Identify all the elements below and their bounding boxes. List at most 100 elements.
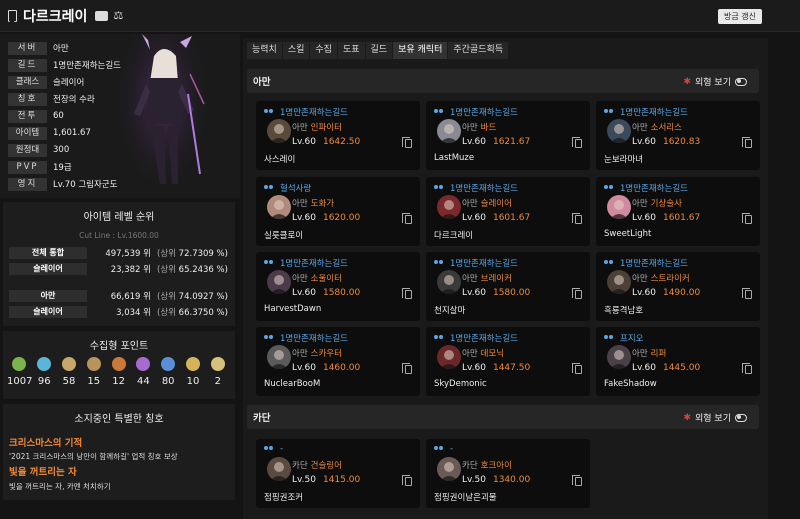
- tab-item[interactable]: 스킬: [282, 42, 310, 59]
- card-server: 카단: [292, 461, 308, 471]
- profile-value: 1명만존재하는길드: [53, 61, 121, 71]
- avatar: [267, 270, 291, 294]
- rank-pct-prefix: (상위: [157, 292, 176, 302]
- collection-count: 1007: [7, 376, 33, 387]
- tab-item[interactable]: 수집: [310, 42, 337, 59]
- character-card[interactable]: 1명만존재하는길드 아만 바드 Lv.60 1621.67 LastMuze: [426, 101, 590, 170]
- collection-list: 1007 96 58 15 12 44 80 10 2: [7, 357, 231, 387]
- profile-row-class: 클래스 슬레이어: [8, 75, 84, 89]
- rank-row: 전체 통합 497,539 위 (상위 72.7309 %): [9, 246, 231, 260]
- profile-value: 300: [53, 145, 70, 155]
- copy-icon[interactable]: [742, 137, 752, 148]
- character-card[interactable]: 프지오 아만 리퍼 Lv.60 1445.00 FakeShadow: [596, 327, 760, 396]
- collection-count: 12: [112, 376, 125, 387]
- rank-pct: 72.7309: [178, 249, 214, 259]
- collection-item[interactable]: 1007: [7, 357, 32, 387]
- profile-row-expedition: 원정대 300: [8, 143, 69, 157]
- card-item-level: 1620.00: [322, 213, 361, 223]
- copy-icon[interactable]: [402, 475, 412, 486]
- appearance-toggle[interactable]: ✱ 외형 보기: [683, 411, 747, 424]
- avatar: [607, 270, 631, 294]
- copy-icon[interactable]: [572, 363, 582, 374]
- card-character-name: 흑룡격남호: [604, 306, 644, 316]
- id-card-icon[interactable]: [95, 10, 109, 21]
- card-level: Lv.60: [462, 363, 486, 373]
- toggle-icon[interactable]: [735, 413, 747, 422]
- appearance-toggle[interactable]: ✱ 외형 보기: [683, 75, 747, 88]
- collection-item[interactable]: 10: [181, 357, 206, 387]
- profile-row-pvp: PVP 19급: [8, 160, 72, 174]
- copy-icon[interactable]: [742, 213, 752, 224]
- tab-item[interactable]: 보유 캐릭터: [393, 42, 448, 59]
- tab-item[interactable]: 도표: [337, 42, 365, 59]
- rank-label: 전체 통합: [9, 247, 87, 259]
- profile-row-item: 아이템 1,601.67: [8, 126, 91, 140]
- copy-icon[interactable]: [572, 213, 582, 224]
- collection-item[interactable]: 44: [131, 357, 156, 387]
- world-tree-leaf-icon: [185, 357, 200, 371]
- refresh-button[interactable]: 방금 갱신: [718, 9, 762, 24]
- character-card[interactable]: 1명만존재하는길드 아만 인파이터 Lv.60 1642.50 사스레이: [256, 101, 420, 170]
- character-card[interactable]: 1명만존재하는길드 아만 스트라이커 Lv.60 1490.00 흑룡격남호: [596, 252, 760, 321]
- collection-item[interactable]: 2: [205, 357, 230, 387]
- copy-icon[interactable]: [742, 288, 752, 299]
- collection-item[interactable]: 12: [106, 357, 131, 387]
- character-card[interactable]: - 카단 호크아이 Lv.50 1340.00 점핑권이날은괴물: [426, 439, 590, 508]
- card-level: Lv.60: [632, 363, 656, 373]
- guild-members-icon: [434, 445, 445, 453]
- character-card[interactable]: 혈석사랑 아만 도화가 Lv.60 1620.00 실릇클로이: [256, 177, 420, 246]
- card-server: 아만: [632, 199, 648, 209]
- rank-row: 슬레이어 3,034 위 (상위 66.3750 %): [9, 305, 231, 319]
- copy-icon[interactable]: [402, 137, 412, 148]
- character-card[interactable]: 1명만존재하는길드 아만 소서리스 Lv.60 1620.83 눈보라마녀: [596, 101, 760, 170]
- copy-icon[interactable]: [572, 288, 582, 299]
- island-heart-icon: [37, 357, 52, 371]
- card-character-name: HarvestDawn: [264, 304, 322, 314]
- collection-item[interactable]: 58: [57, 357, 82, 387]
- card-character-name: SkyDemonic: [434, 379, 487, 389]
- avatar: [607, 119, 631, 143]
- toggle-icon[interactable]: [735, 77, 747, 86]
- copy-icon[interactable]: [402, 363, 412, 374]
- card-item-level: 1460.00: [322, 363, 361, 373]
- copy-icon[interactable]: [402, 288, 412, 299]
- copy-icon[interactable]: [742, 363, 752, 374]
- tab-item[interactable]: 길드: [365, 42, 393, 59]
- collection-item[interactable]: 80: [156, 357, 181, 387]
- guild-members-icon: [604, 259, 615, 267]
- collection-item[interactable]: 15: [81, 357, 106, 387]
- character-card[interactable]: - 카단 건슬링어 Lv.50 1415.00 점핑권조커: [256, 439, 420, 508]
- card-server: 아만: [632, 349, 648, 359]
- character-card[interactable]: 1명만존재하는길드 아만 슬레이어 Lv.60 1601.67 다르크레이: [426, 177, 590, 246]
- card-level: Lv.60: [632, 213, 656, 223]
- character-portrait: [120, 34, 205, 198]
- tab-item[interactable]: 능력치: [247, 42, 282, 59]
- card-server: 아만: [632, 123, 648, 133]
- card-item-level: 1620.83: [662, 137, 701, 147]
- copy-icon[interactable]: [402, 213, 412, 224]
- avatar: [267, 195, 291, 219]
- character-card[interactable]: 1명만존재하는길드 아만 브레이커 Lv.60 1580.00 천지살마: [426, 252, 590, 321]
- character-card[interactable]: 1명만존재하는길드 아만 기상술사 Lv.60 1601.67 SweetLight: [596, 177, 760, 246]
- server-section-header: 아만 ✱ 외형 보기: [247, 69, 759, 93]
- collection-count: 58: [62, 376, 76, 387]
- guild-members-icon: [434, 108, 445, 116]
- collection-item[interactable]: 96: [32, 357, 57, 387]
- avatar: [437, 270, 461, 294]
- character-card[interactable]: 1명만존재하는길드 아만 데모닉 Lv.60 1447.50 SkyDemonic: [426, 327, 590, 396]
- card-server: 아만: [292, 199, 308, 209]
- copy-icon[interactable]: [572, 137, 582, 148]
- collection-count: 80: [161, 376, 175, 387]
- character-card[interactable]: 1명만존재하는길드 아만 소울이터 Lv.60 1580.00 HarvestDawn: [256, 252, 420, 321]
- card-server: 아만: [292, 274, 308, 284]
- scale-icon[interactable]: ⚖: [113, 9, 123, 22]
- card-character-name: 실릇클로이: [264, 231, 304, 241]
- copy-icon[interactable]: [572, 475, 582, 486]
- guild-members-icon: [264, 445, 275, 453]
- card-class: 기상술사: [650, 199, 682, 209]
- tab-item[interactable]: 주간골드획득: [448, 42, 509, 59]
- card-server: 아만: [292, 349, 308, 359]
- profile-label: 클래스: [8, 75, 47, 89]
- bookmark-icon[interactable]: [8, 9, 17, 22]
- character-card[interactable]: 1명만존재하는길드 아만 스카우터 Lv.60 1460.00 NuclearBooM: [256, 327, 420, 396]
